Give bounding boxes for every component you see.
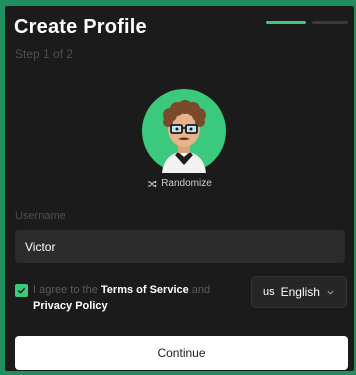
avatar-icon [142, 89, 226, 173]
username-input[interactable] [15, 230, 345, 263]
randomize-label: Randomize [161, 178, 212, 189]
agreement-prefix: I agree to the [33, 284, 101, 296]
agreement-middle: and [188, 284, 211, 296]
terms-checkbox[interactable] [15, 284, 28, 297]
flag-icon: us [263, 286, 275, 298]
avatar[interactable] [142, 89, 226, 173]
agreement-text: I agree to the Terms of Service and Priv… [33, 282, 238, 314]
checkmark-icon [17, 287, 26, 294]
progress-segment-active [266, 21, 306, 24]
language-selected: English [280, 285, 320, 299]
language-select[interactable]: us English [251, 276, 347, 308]
username-label: Username [15, 210, 66, 222]
privacy-policy-link[interactable]: Privacy Policy [33, 300, 108, 312]
randomize-button[interactable]: Randomize [5, 178, 354, 189]
shuffle-icon [148, 180, 157, 187]
create-profile-card: Create Profile Step 1 of 2 Randomize Use… [5, 6, 354, 371]
terms-of-service-link[interactable]: Terms of Service [101, 284, 189, 296]
chevron-down-icon [326, 288, 335, 297]
step-indicator: Step 1 of 2 [15, 47, 74, 61]
continue-button[interactable]: Continue [15, 336, 348, 370]
progress-segment-inactive [312, 21, 348, 24]
page-title: Create Profile [14, 16, 147, 38]
